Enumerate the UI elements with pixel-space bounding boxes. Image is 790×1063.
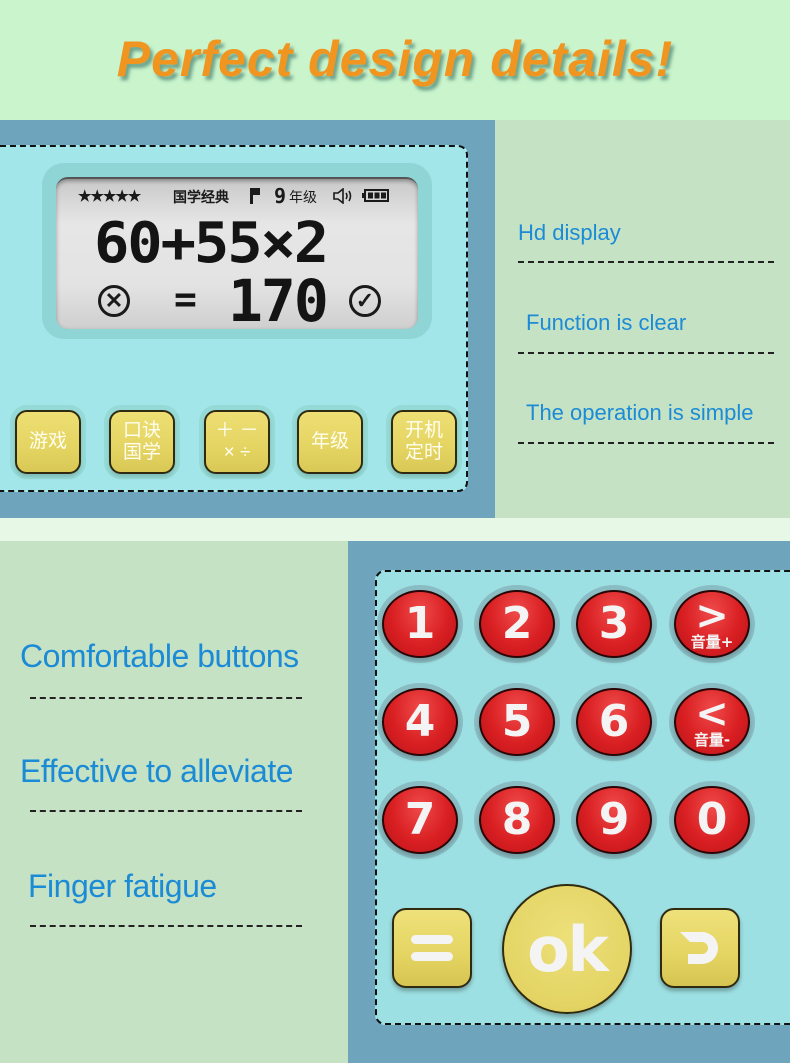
divider xyxy=(518,442,774,444)
formula-classics-button[interactable]: 口诀 国学 xyxy=(109,410,175,474)
grade-button-label: 年级 xyxy=(310,431,349,452)
feature-operation-simple: The operation is simple xyxy=(526,400,754,425)
feature-comfortable-buttons: Comfortable buttons xyxy=(20,638,299,674)
key-6[interactable]: 6 xyxy=(576,688,652,756)
feature-function-clear: Function is clear xyxy=(526,310,687,335)
key-label: 7 xyxy=(404,794,436,845)
key-8[interactable]: 8 xyxy=(479,786,555,854)
game-button-label: 游戏 xyxy=(28,431,67,452)
key-label: 6 xyxy=(598,696,630,747)
return-icon xyxy=(680,932,718,964)
lcd-equals: = xyxy=(174,277,197,321)
power-timer-button[interactable]: 开机 定时 xyxy=(391,410,457,474)
mode-label: 国学经典 xyxy=(173,189,229,205)
key-label: 3 xyxy=(598,598,630,649)
feature-finger-fatigue: Finger fatigue xyxy=(28,868,217,904)
key-5[interactable]: 5 xyxy=(479,688,555,756)
flag-icon xyxy=(249,187,261,208)
operations-button-line2: × ÷ xyxy=(223,442,251,463)
grade-label: 年级 xyxy=(289,189,317,205)
key-label: 4 xyxy=(404,696,436,747)
operations-button[interactable]: ＋ － × ÷ xyxy=(204,410,270,474)
key-4[interactable]: 4 xyxy=(382,688,458,756)
wrong-icon: ✕ xyxy=(98,285,130,317)
volume-up-button[interactable]: > 音量+ xyxy=(674,590,750,658)
key-label: 2 xyxy=(501,598,533,649)
power-timer-line2: 定时 xyxy=(404,442,443,463)
key-label: 8 xyxy=(501,794,533,845)
section-divider-band xyxy=(0,518,790,541)
formula-button-line2: 国学 xyxy=(122,442,161,463)
chevron-right-icon: > xyxy=(695,593,729,639)
divider xyxy=(518,352,774,354)
keypad-features-background xyxy=(0,541,348,1063)
key-2[interactable]: 2 xyxy=(479,590,555,658)
feature-effective-alleviate: Effective to alleviate xyxy=(20,753,294,789)
volume-down-button[interactable]: < 音量- xyxy=(674,688,750,756)
page-title: Perfect design details! xyxy=(116,31,674,87)
key-3[interactable]: 3 xyxy=(576,590,652,658)
speaker-icon xyxy=(332,187,354,207)
rating-stars-icon: ★★★★★ xyxy=(78,188,141,205)
key-label: 5 xyxy=(501,696,533,747)
key-7[interactable]: 7 xyxy=(382,786,458,854)
equals-icon xyxy=(411,935,453,961)
key-label: 1 xyxy=(404,598,436,649)
correct-icon: ✓ xyxy=(349,285,381,317)
feature-hd-display: Hd display xyxy=(518,220,621,245)
operations-button-line1: ＋ － xyxy=(215,420,259,441)
divider xyxy=(30,697,302,699)
divider xyxy=(30,810,302,812)
header-banner: Perfect design details! xyxy=(0,0,790,120)
key-label: 0 xyxy=(696,794,728,845)
lcd-screen: ★★★★★ 国学经典 9 年级 60+55×2 ✕ = 170 ✓ xyxy=(56,177,418,335)
chevron-left-icon: < xyxy=(695,691,729,737)
return-button[interactable] xyxy=(660,908,740,988)
key-9[interactable]: 9 xyxy=(576,786,652,854)
ok-label: ok xyxy=(527,912,609,986)
ok-button[interactable]: ok xyxy=(502,884,632,1014)
key-1[interactable]: 1 xyxy=(382,590,458,658)
formula-button-line1: 口诀 xyxy=(122,420,161,441)
equals-button[interactable] xyxy=(392,908,472,988)
power-timer-line1: 开机 xyxy=(404,420,443,441)
lcd-result: 170 xyxy=(228,267,329,335)
key-label: 9 xyxy=(598,794,630,845)
key-0[interactable]: 0 xyxy=(674,786,750,854)
game-button[interactable]: 游戏 xyxy=(15,410,81,474)
volume-up-label: 音量+ xyxy=(690,633,734,651)
divider xyxy=(30,925,302,927)
battery-icon xyxy=(362,189,390,205)
grade-number: 9 xyxy=(274,184,287,208)
volume-down-label: 音量- xyxy=(693,731,731,749)
divider xyxy=(518,261,774,263)
grade-button[interactable]: 年级 xyxy=(297,410,363,474)
